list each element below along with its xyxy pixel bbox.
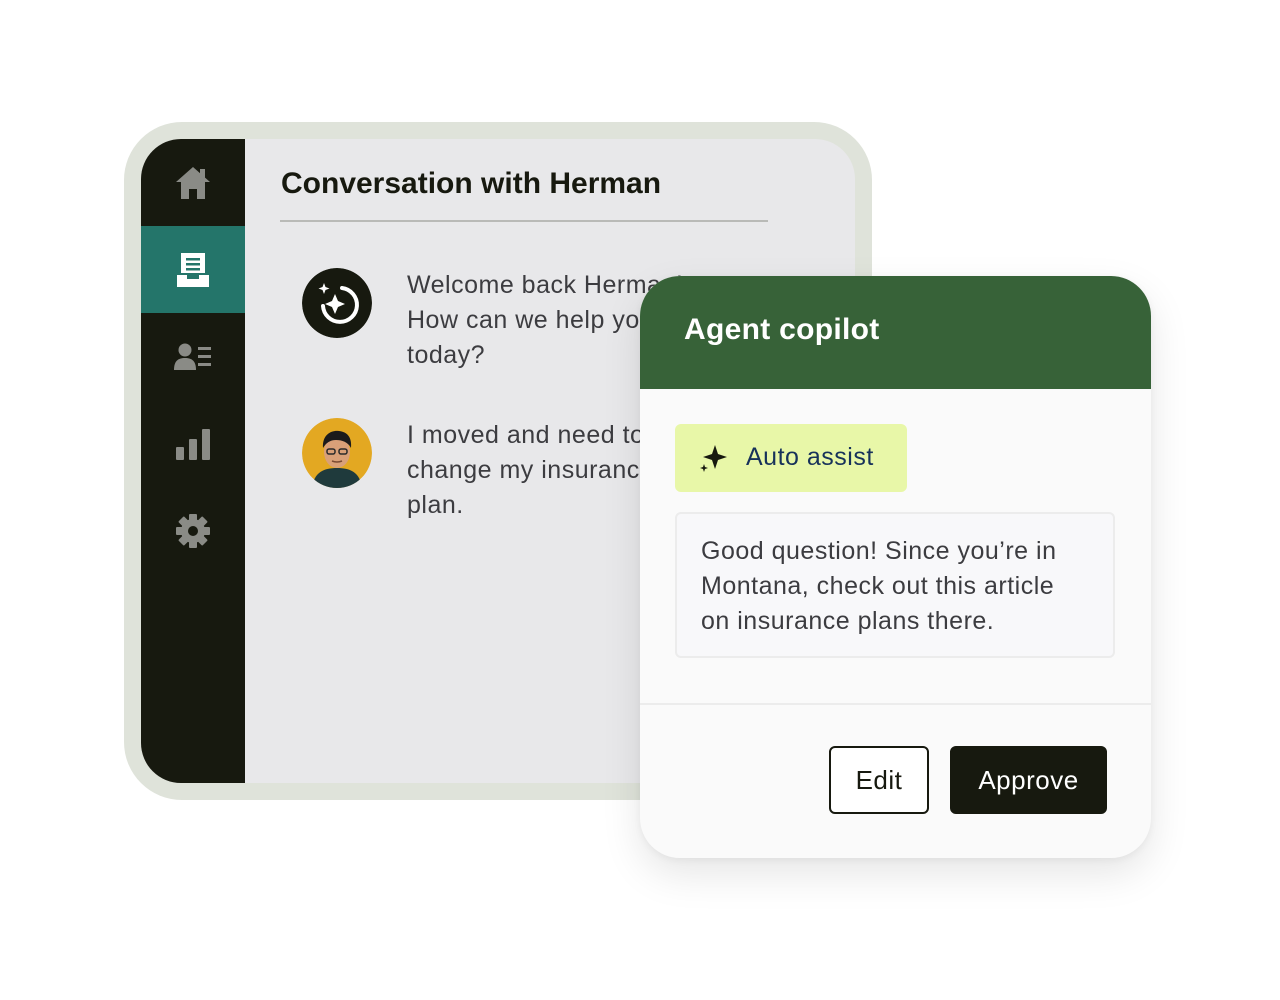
suggested-reply: Good question! Since you’re in Montana, … bbox=[675, 512, 1115, 658]
ai-sparkle-icon bbox=[302, 268, 372, 338]
title-divider bbox=[280, 220, 768, 222]
footer-divider bbox=[640, 703, 1151, 705]
edit-button[interactable]: Edit bbox=[829, 746, 929, 814]
auto-assist-label: Auto assist bbox=[746, 443, 874, 471]
sidebar-item-home[interactable] bbox=[141, 139, 245, 226]
sidebar-item-inbox[interactable] bbox=[141, 226, 245, 313]
sidebar bbox=[141, 139, 245, 783]
page-title: Conversation with Herman bbox=[281, 167, 662, 200]
copilot-title: Agent copilot bbox=[684, 313, 880, 346]
auto-assist-button[interactable]: Auto assist bbox=[675, 424, 907, 492]
sidebar-item-reports[interactable] bbox=[141, 400, 245, 487]
agent-copilot-panel: Agent copilot Auto assist Good question!… bbox=[640, 276, 1151, 858]
inbox-icon bbox=[176, 251, 210, 289]
customer-avatar bbox=[302, 418, 372, 488]
bar-chart-icon bbox=[175, 427, 211, 461]
sidebar-item-contacts[interactable] bbox=[141, 313, 245, 400]
copilot-header: Agent copilot bbox=[640, 276, 1151, 389]
sparkle-icon bbox=[700, 444, 728, 477]
sidebar-item-settings[interactable] bbox=[141, 487, 245, 574]
home-icon bbox=[174, 165, 212, 201]
gear-icon bbox=[175, 513, 211, 549]
contacts-icon bbox=[174, 342, 212, 372]
approve-button[interactable]: Approve bbox=[950, 746, 1107, 814]
